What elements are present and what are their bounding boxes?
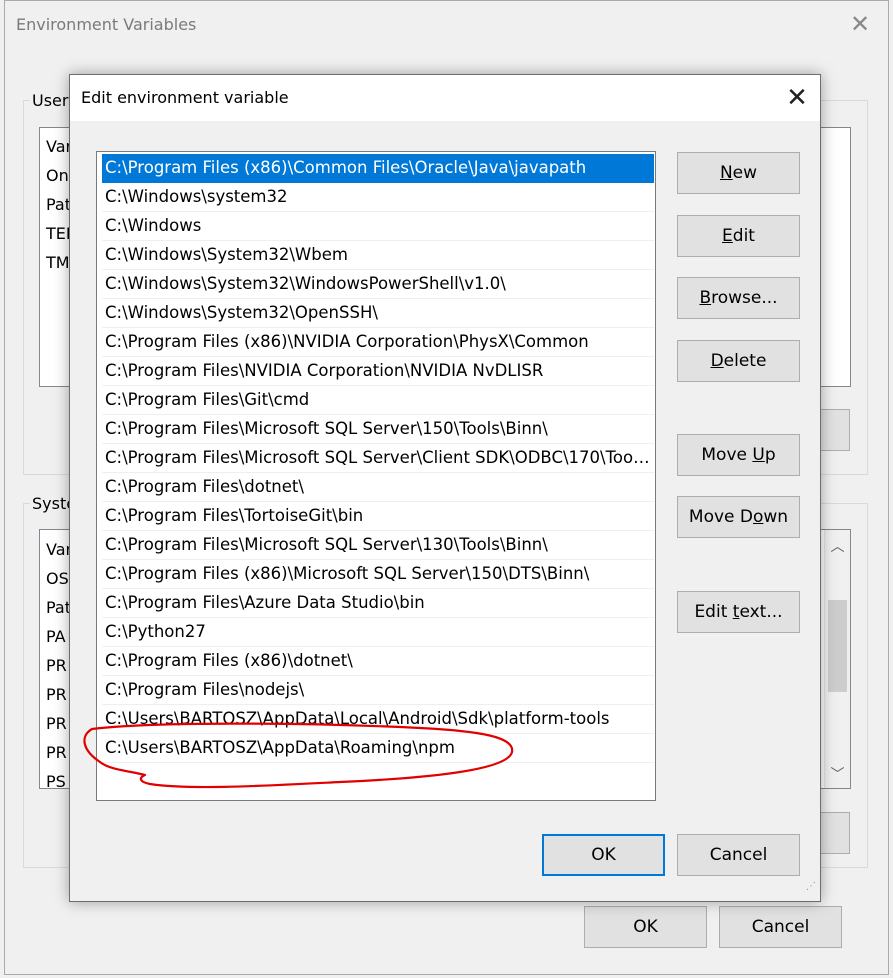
background-window-edge bbox=[0, 100, 6, 122]
path-list-item[interactable]: C:\Windows\System32\OpenSSH\ bbox=[102, 299, 654, 328]
path-list-item[interactable]: C:\Program Files\NVIDIA Corporation\NVID… bbox=[102, 357, 654, 386]
list-item[interactable]: PA bbox=[46, 627, 66, 646]
path-list-item[interactable]: C:\Program Files\nodejs\ bbox=[102, 676, 654, 705]
scroll-down-icon[interactable]: ﹀ bbox=[825, 764, 850, 784]
path-list-item[interactable]: C:\Program Files (x86)\dotnet\ bbox=[102, 647, 654, 676]
path-list-item[interactable]: C:\Program Files\TortoiseGit\bin bbox=[102, 502, 654, 531]
list-item[interactable]: TEI bbox=[46, 224, 71, 243]
outer-dialog-title: Environment Variables bbox=[16, 15, 197, 34]
path-list-item[interactable]: C:\Python27 bbox=[102, 618, 654, 647]
system-list-scrollbar[interactable]: ︿ ﹀ bbox=[824, 530, 850, 788]
delete-button[interactable]: Delete bbox=[677, 340, 800, 382]
dialog-title: Edit environment variable bbox=[81, 88, 289, 107]
edit-text-button[interactable]: Edit text... bbox=[677, 591, 800, 633]
close-icon[interactable]: ✕ bbox=[782, 83, 812, 113]
path-list-item[interactable]: C:\Program Files\Azure Data Studio\bin bbox=[102, 589, 654, 618]
user-delete-button-partial[interactable] bbox=[820, 409, 850, 451]
path-list-item[interactable]: C:\Windows\System32\Wbem bbox=[102, 241, 654, 270]
path-list-item[interactable]: C:\Program Files\Git\cmd bbox=[102, 386, 654, 415]
path-list-item[interactable]: C:\Windows bbox=[102, 212, 654, 241]
resize-grip-icon[interactable]: ⋰ bbox=[806, 881, 818, 893]
new-button[interactable]: New bbox=[677, 152, 800, 194]
cancel-button[interactable]: Cancel bbox=[677, 834, 800, 876]
outer-ok-button[interactable]: OK bbox=[584, 906, 707, 948]
outer-close-icon[interactable]: ✕ bbox=[846, 10, 874, 38]
list-item[interactable]: On bbox=[46, 166, 69, 185]
path-list-item[interactable]: C:\Program Files\Microsoft SQL Server\Cl… bbox=[102, 444, 654, 473]
list-item[interactable]: PS bbox=[46, 772, 66, 788]
edit-environment-variable-dialog: Edit environment variable ✕ C:\Program F… bbox=[69, 74, 821, 902]
move-up-button[interactable]: Move Up bbox=[677, 434, 800, 476]
path-list-item[interactable]: C:\Users\BARTOSZ\AppData\Roaming\npm bbox=[102, 734, 654, 763]
scroll-up-icon[interactable]: ︿ bbox=[825, 536, 850, 556]
path-list-item[interactable]: C:\Program Files (x86)\Microsoft SQL Ser… bbox=[102, 560, 654, 589]
move-down-button[interactable]: Move Down bbox=[677, 496, 800, 538]
path-list-item[interactable]: C:\Program Files\dotnet\ bbox=[102, 473, 654, 502]
list-item[interactable]: TM bbox=[46, 253, 70, 272]
browse-button[interactable]: Browse... bbox=[677, 277, 800, 319]
list-item[interactable]: PR bbox=[46, 656, 67, 675]
path-list-item[interactable]: C:\Program Files (x86)\NVIDIA Corporatio… bbox=[102, 328, 654, 357]
ok-button[interactable]: OK bbox=[542, 834, 665, 876]
path-list-item[interactable]: C:\Windows\System32\WindowsPowerShell\v1… bbox=[102, 270, 654, 299]
path-list-item[interactable]: C:\Program Files\Microsoft SQL Server\15… bbox=[102, 415, 654, 444]
path-list-item[interactable]: C:\Users\BARTOSZ\AppData\Local\Android\S… bbox=[102, 705, 654, 734]
list-item[interactable]: Pat bbox=[46, 195, 71, 214]
list-item[interactable]: Pat bbox=[46, 598, 71, 617]
list-item[interactable]: PR bbox=[46, 743, 67, 762]
path-list[interactable]: C:\Program Files (x86)\Common Files\Orac… bbox=[96, 151, 656, 801]
user-variables-label: User bbox=[30, 91, 71, 110]
path-list-item[interactable]: C:\Program Files (x86)\Common Files\Orac… bbox=[102, 154, 654, 183]
path-list-item[interactable]: C:\Program Files\Microsoft SQL Server\13… bbox=[102, 531, 654, 560]
list-item[interactable]: OS bbox=[46, 569, 69, 588]
system-delete-button-partial[interactable] bbox=[820, 812, 850, 854]
outer-cancel-button[interactable]: Cancel bbox=[719, 906, 842, 948]
list-item[interactable]: PR bbox=[46, 685, 67, 704]
scrollbar-thumb[interactable] bbox=[828, 600, 847, 692]
edit-button[interactable]: Edit bbox=[677, 215, 800, 257]
list-item[interactable]: PR bbox=[46, 714, 67, 733]
path-list-item[interactable]: C:\Windows\system32 bbox=[102, 183, 654, 212]
